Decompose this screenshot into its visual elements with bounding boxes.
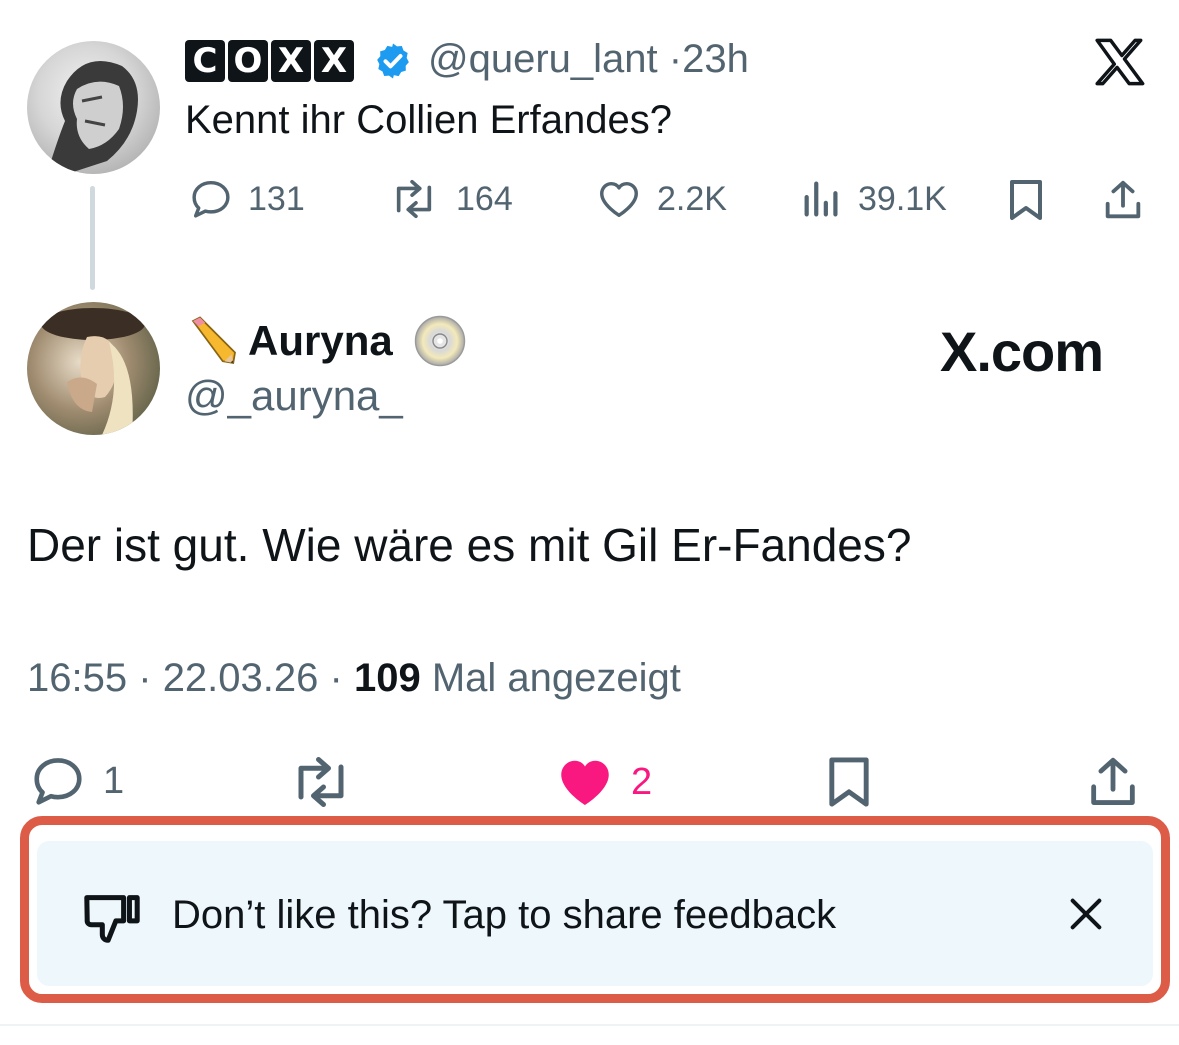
feedback-text[interactable]: Don’t like this? Tap to share feedback [172, 893, 836, 938]
x-com-watermark: X.com [940, 319, 1104, 383]
reply-icon [192, 180, 230, 218]
reply-reply-button[interactable]: 1 [27, 752, 124, 810]
x-logo-icon [1095, 38, 1145, 86]
reply-time: 16:55 [27, 656, 128, 700]
reply-meta: 16:55 · 22.03.26 · 109 Mal angezeigt [27, 656, 681, 700]
share-icon[interactable] [1084, 752, 1142, 812]
reply-author-handle[interactable]: @_auryna_ [185, 372, 403, 420]
bottom-divider [0, 1024, 1179, 1026]
reply-author-name[interactable]: Auryna [248, 317, 393, 365]
repost-button[interactable]: 164 [386, 176, 513, 222]
verified-badge-icon [377, 43, 409, 79]
tweet-time: 23h [682, 37, 749, 81]
reply-view-label: Mal angezeigt [431, 656, 681, 700]
reply-author-avatar[interactable] [27, 302, 160, 435]
thread-line [90, 186, 95, 290]
reply-text: Der ist gut. Wie wäre es mit Gil Er-Fand… [27, 519, 912, 571]
repost-icon[interactable] [285, 752, 357, 812]
reply-like-count: 2 [631, 760, 653, 803]
logo-letter: X [314, 40, 354, 82]
close-icon[interactable] [1066, 894, 1106, 934]
heart-icon [600, 181, 638, 218]
like-button[interactable]: 2.2K [595, 176, 727, 222]
reply-icon [34, 758, 82, 805]
pencil-emoji-icon [191, 316, 236, 365]
repost-count: 164 [456, 179, 513, 218]
author-handle[interactable]: @queru_lant ·23h [428, 37, 749, 82]
views-button[interactable]: 39.1K [800, 176, 947, 222]
repost-icon [396, 179, 432, 219]
reply-button[interactable]: 131 [188, 176, 305, 222]
view-count: 39.1K [858, 179, 947, 218]
bookmark-icon[interactable] [822, 752, 876, 812]
reply-reply-count: 1 [103, 759, 125, 802]
author-avatar-coxx[interactable] [27, 41, 160, 174]
bookmark-icon[interactable] [1004, 176, 1048, 224]
logo-letter: C [185, 40, 225, 82]
logo-letter: O [228, 40, 268, 82]
reply-like-button[interactable]: 2 [553, 752, 652, 812]
thumbs-down-icon [84, 895, 140, 943]
reply-date: 22.03.26 [162, 656, 319, 700]
views-icon [804, 181, 838, 217]
heart-filled-icon [561, 760, 609, 805]
tweet-text: Kennt ihr Collien Erfandes? [185, 98, 672, 142]
like-count: 2.2K [657, 179, 727, 218]
disc-emoji-icon [414, 315, 466, 367]
author-name-logo[interactable]: C O X X [185, 40, 354, 82]
share-icon[interactable] [1100, 176, 1146, 224]
reply-count: 131 [248, 179, 305, 218]
reply-view-count: 109 [353, 656, 421, 700]
logo-letter: X [271, 40, 311, 82]
